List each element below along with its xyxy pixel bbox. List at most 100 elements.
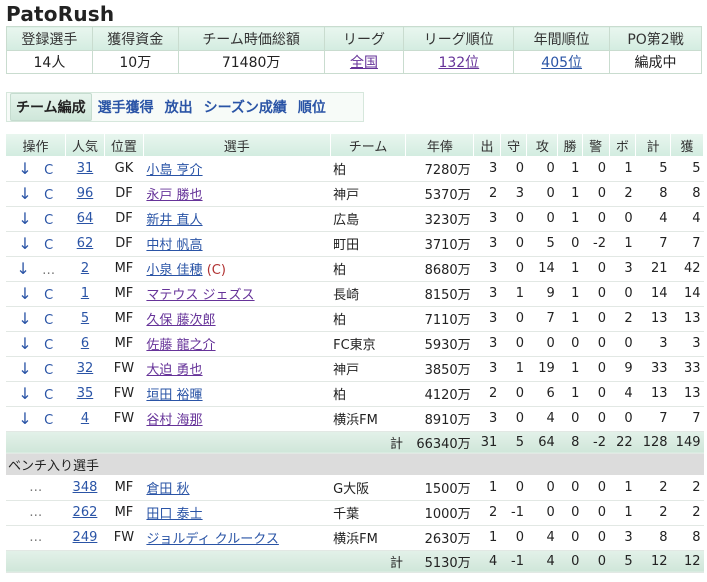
bench-section-label: ベンチ入り選手 xyxy=(6,453,704,475)
header-total: 計 xyxy=(635,134,672,156)
captain-button[interactable]: C xyxy=(44,313,53,328)
stat-total: 5 xyxy=(635,156,671,182)
captain-button[interactable]: C xyxy=(44,188,53,203)
popularity-link[interactable]: 32 xyxy=(77,361,94,376)
tab-team-formation[interactable]: チーム編成 xyxy=(10,93,92,121)
operation-cell: … xyxy=(6,475,66,501)
captain-button[interactable]: C xyxy=(44,213,53,228)
popularity-link[interactable]: 2 xyxy=(81,261,89,276)
player-name-link[interactable]: 倉田 秋 xyxy=(146,482,189,497)
player-name-link[interactable]: 久保 藤次郎 xyxy=(146,313,215,328)
move-down-icon[interactable]: ↓ xyxy=(18,184,31,203)
player-name-link[interactable]: 佐藤 龍之介 xyxy=(146,338,215,353)
move-down-icon[interactable]: ↓ xyxy=(18,359,31,378)
stat-total: 2 xyxy=(635,475,671,501)
captain-button[interactable]: C xyxy=(44,413,53,428)
player-name-link[interactable]: ジョルディ クルークス xyxy=(146,532,278,547)
popularity-link[interactable]: 64 xyxy=(77,211,94,226)
roster-header-row: 操作 人気 位置 選手 チーム 年俸 出 守 攻 勝 警 ボ 計 獲 xyxy=(6,134,704,156)
player-cell: 大迫 勇也 xyxy=(143,356,331,382)
summary-header-row: 登録選手 獲得資金 チーム時価総額 リーグ リーグ順位 年間順位 PO第2戦 xyxy=(6,26,702,51)
team-cell: 広島 xyxy=(330,206,406,232)
move-down-icon[interactable]: ↓ xyxy=(18,334,31,353)
player-name-link[interactable]: 田口 泰士 xyxy=(146,507,202,522)
popularity-link[interactable]: 262 xyxy=(73,505,98,520)
stat-warning: 0 xyxy=(582,550,610,573)
stat-earned: 5 xyxy=(670,156,704,182)
player-name-link[interactable]: 新井 直人 xyxy=(146,213,202,228)
operation-cell: ↓ C xyxy=(6,281,66,307)
team-title: PatoRush xyxy=(6,2,115,26)
total-row: 計 5130万 4 -1 4 0 0 5 12 12 xyxy=(6,550,704,573)
popularity-link[interactable]: 96 xyxy=(77,186,94,201)
move-down-icon[interactable]: ↓ xyxy=(18,159,31,178)
player-name-link[interactable]: 垣田 裕暉 xyxy=(146,388,202,403)
tab-standings[interactable]: 順位 xyxy=(293,94,331,120)
stat-bonus: 22 xyxy=(609,431,636,454)
captain-button[interactable]: C xyxy=(44,288,53,303)
stat-bonus: 0 xyxy=(609,406,636,432)
popularity-link[interactable]: 35 xyxy=(77,386,94,401)
move-down-icon[interactable]: ↓ xyxy=(18,384,31,403)
move-down-icon[interactable]: ↓ xyxy=(18,209,31,228)
popularity-link[interactable]: 249 xyxy=(73,530,98,545)
captain-button[interactable]: C xyxy=(44,238,53,253)
popularity-cell: 96 xyxy=(65,181,105,207)
captain-button[interactable]: C xyxy=(44,388,53,403)
popularity-link[interactable]: 5 xyxy=(81,311,89,326)
team-summary-table: 登録選手 獲得資金 チーム時価総額 リーグ リーグ順位 年間順位 PO第2戦 1… xyxy=(6,26,702,74)
stat-attack: 64 xyxy=(526,431,558,454)
stat-total: 8 xyxy=(635,181,671,207)
summary-header: チーム時価総額 xyxy=(177,26,325,51)
stat-defense: 0 xyxy=(500,331,527,357)
league-link[interactable]: 全国 xyxy=(350,55,378,71)
player-name-link[interactable]: 永戸 勝也 xyxy=(146,188,202,203)
move-down-icon[interactable]: ↓ xyxy=(18,309,31,328)
player-name-link[interactable]: マテウス ジェズス xyxy=(146,288,254,303)
tab-season-results[interactable]: シーズン成績 xyxy=(199,94,292,120)
move-down-icon[interactable]: ↓ xyxy=(16,259,29,278)
stat-bonus: 0 xyxy=(609,281,636,307)
popularity-link[interactable]: 62 xyxy=(77,236,94,251)
header-popularity[interactable]: 人気 xyxy=(65,134,105,156)
operation-cell: ↓ C xyxy=(6,331,66,357)
captain-button[interactable]: C xyxy=(44,163,53,178)
stat-earned: 13 xyxy=(670,381,704,407)
header-appearances: 出 xyxy=(473,134,501,156)
header-win: 勝 xyxy=(557,134,583,156)
annual-rank-link[interactable]: 405位 xyxy=(541,55,582,71)
player-name-link[interactable]: 谷村 海那 xyxy=(146,413,202,428)
registered-count: 14人 xyxy=(6,50,93,74)
stat-defense: 0 xyxy=(500,406,527,432)
stat-total: 13 xyxy=(635,306,671,332)
salary-cell: 7280万 xyxy=(405,156,474,182)
popularity-link[interactable]: 31 xyxy=(77,161,94,176)
popularity-link[interactable]: 348 xyxy=(73,480,98,495)
stat-total: 14 xyxy=(635,281,671,307)
summary-header: 登録選手 xyxy=(6,26,93,51)
player-name-link[interactable]: 小泉 佳穂 xyxy=(146,263,202,278)
tab-player-acquisition[interactable]: 選手獲得 xyxy=(93,94,159,120)
captain-button[interactable]: C xyxy=(44,338,53,353)
move-down-icon[interactable]: ↓ xyxy=(18,284,31,303)
team-value: 71480万 xyxy=(177,50,325,74)
no-action-dots: … xyxy=(29,479,43,495)
stat-appearances: 2 xyxy=(473,500,501,526)
captain-button[interactable]: C xyxy=(44,363,53,378)
popularity-link[interactable]: 6 xyxy=(81,336,89,351)
popularity-cell: 262 xyxy=(65,500,105,526)
stat-attack: 7 xyxy=(526,306,558,332)
tab-release[interactable]: 放出 xyxy=(160,94,198,120)
move-down-icon[interactable]: ↓ xyxy=(18,409,31,428)
popularity-link[interactable]: 4 xyxy=(81,411,89,426)
player-cell: ジョルディ クルークス xyxy=(143,525,331,551)
operation-cell: ↓ C xyxy=(6,181,66,207)
player-name-link[interactable]: 中村 帆高 xyxy=(146,238,202,253)
player-name-link[interactable]: 小島 亨介 xyxy=(146,163,202,178)
player-name-link[interactable]: 大迫 勇也 xyxy=(146,363,202,378)
popularity-link[interactable]: 1 xyxy=(81,286,89,301)
move-down-icon[interactable]: ↓ xyxy=(18,234,31,253)
summary-header: PO第2戦 xyxy=(609,26,702,51)
league-rank-link[interactable]: 132位 xyxy=(438,55,479,71)
stat-bonus: 1 xyxy=(609,500,636,526)
